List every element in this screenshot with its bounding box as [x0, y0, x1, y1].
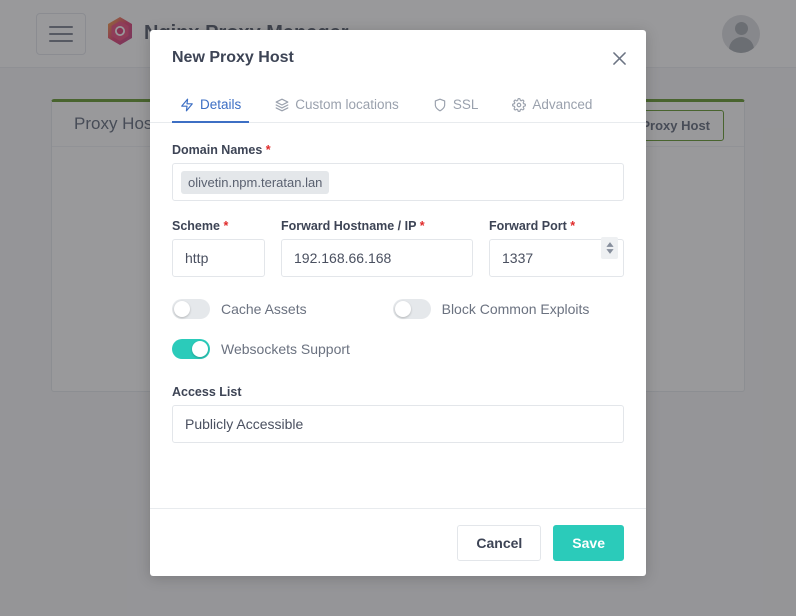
modal-footer: Cancel Save	[150, 508, 646, 576]
domain-names-input[interactable]: olivetin.npm.teratan.lan	[172, 163, 624, 201]
domain-tag[interactable]: olivetin.npm.teratan.lan	[181, 170, 330, 194]
label-text: Scheme	[172, 219, 220, 233]
modal-body: Domain Names * olivetin.npm.teratan.lan …	[150, 123, 646, 508]
forward-port-field: Forward Port * 1337	[489, 219, 624, 277]
cancel-button[interactable]: Cancel	[457, 524, 542, 561]
toggle-knob	[192, 341, 208, 357]
cache-assets-label: Cache Assets	[221, 301, 307, 317]
layers-icon	[275, 98, 289, 112]
scheme-label: Scheme *	[172, 219, 265, 233]
websockets-support-toggle[interactable]	[172, 339, 210, 359]
toggles-row-2: Websockets Support	[172, 339, 624, 359]
label-text: Forward Port	[489, 219, 567, 233]
tab-label: SSL	[452, 97, 479, 112]
new-proxy-host-modal: New Proxy Host Details Custom locations	[150, 30, 646, 576]
label-text: Domain Names	[172, 143, 263, 157]
cache-assets-toggle[interactable]	[172, 299, 210, 319]
label-text: Forward Hostname / IP	[281, 219, 417, 233]
forward-hostname-input[interactable]: 192.168.66.168	[281, 239, 473, 277]
block-common-exploits-toggle[interactable]	[392, 299, 431, 319]
block-common-exploits-label: Block Common Exploits	[441, 301, 590, 317]
tab-custom-locations[interactable]: Custom locations	[267, 97, 407, 123]
scheme-field: Scheme * http	[172, 219, 265, 277]
websockets-group: Websockets Support	[172, 339, 350, 359]
save-button[interactable]: Save	[553, 524, 624, 561]
modal-tabs: Details Custom locations SSL Advanced	[150, 85, 646, 123]
required-marker: *	[223, 219, 229, 233]
toggle-knob	[174, 301, 190, 317]
tab-label: Details	[200, 97, 242, 112]
access-list-select[interactable]: Publicly Accessible	[172, 405, 624, 443]
shield-icon	[433, 98, 447, 112]
forward-hostname-label: Forward Hostname / IP *	[281, 219, 473, 233]
required-marker: *	[265, 143, 271, 157]
domain-names-label: Domain Names *	[172, 143, 624, 157]
block-exploits-group: Block Common Exploits	[392, 299, 590, 319]
gear-icon	[512, 97, 527, 112]
scheme-select[interactable]: http	[172, 239, 265, 277]
toggle-knob	[394, 301, 411, 317]
tab-label: Advanced	[532, 97, 593, 112]
stepper-up-down-icon[interactable]	[601, 237, 618, 259]
tab-label: Custom locations	[295, 97, 399, 112]
access-list-field: Access List Publicly Accessible	[172, 385, 624, 443]
close-icon[interactable]	[609, 48, 629, 68]
toggles-row-1: Cache Assets Block Common Exploits	[172, 299, 624, 319]
tab-details[interactable]: Details	[172, 97, 250, 123]
required-marker: *	[419, 219, 425, 233]
tab-ssl[interactable]: SSL	[425, 97, 487, 123]
required-marker: *	[570, 219, 576, 233]
forward-hostname-field: Forward Hostname / IP * 192.168.66.168	[281, 219, 473, 277]
zap-icon	[180, 98, 194, 112]
forward-port-label: Forward Port *	[489, 219, 624, 233]
modal-header: New Proxy Host	[150, 30, 646, 85]
modal-title: New Proxy Host	[172, 48, 294, 66]
cache-assets-group: Cache Assets	[172, 299, 307, 319]
websockets-support-label: Websockets Support	[221, 341, 350, 357]
access-list-label: Access List	[172, 385, 242, 399]
tab-advanced[interactable]: Advanced	[504, 97, 600, 123]
connection-fields-row: Scheme * http Forward Hostname / IP * 19…	[172, 219, 624, 277]
